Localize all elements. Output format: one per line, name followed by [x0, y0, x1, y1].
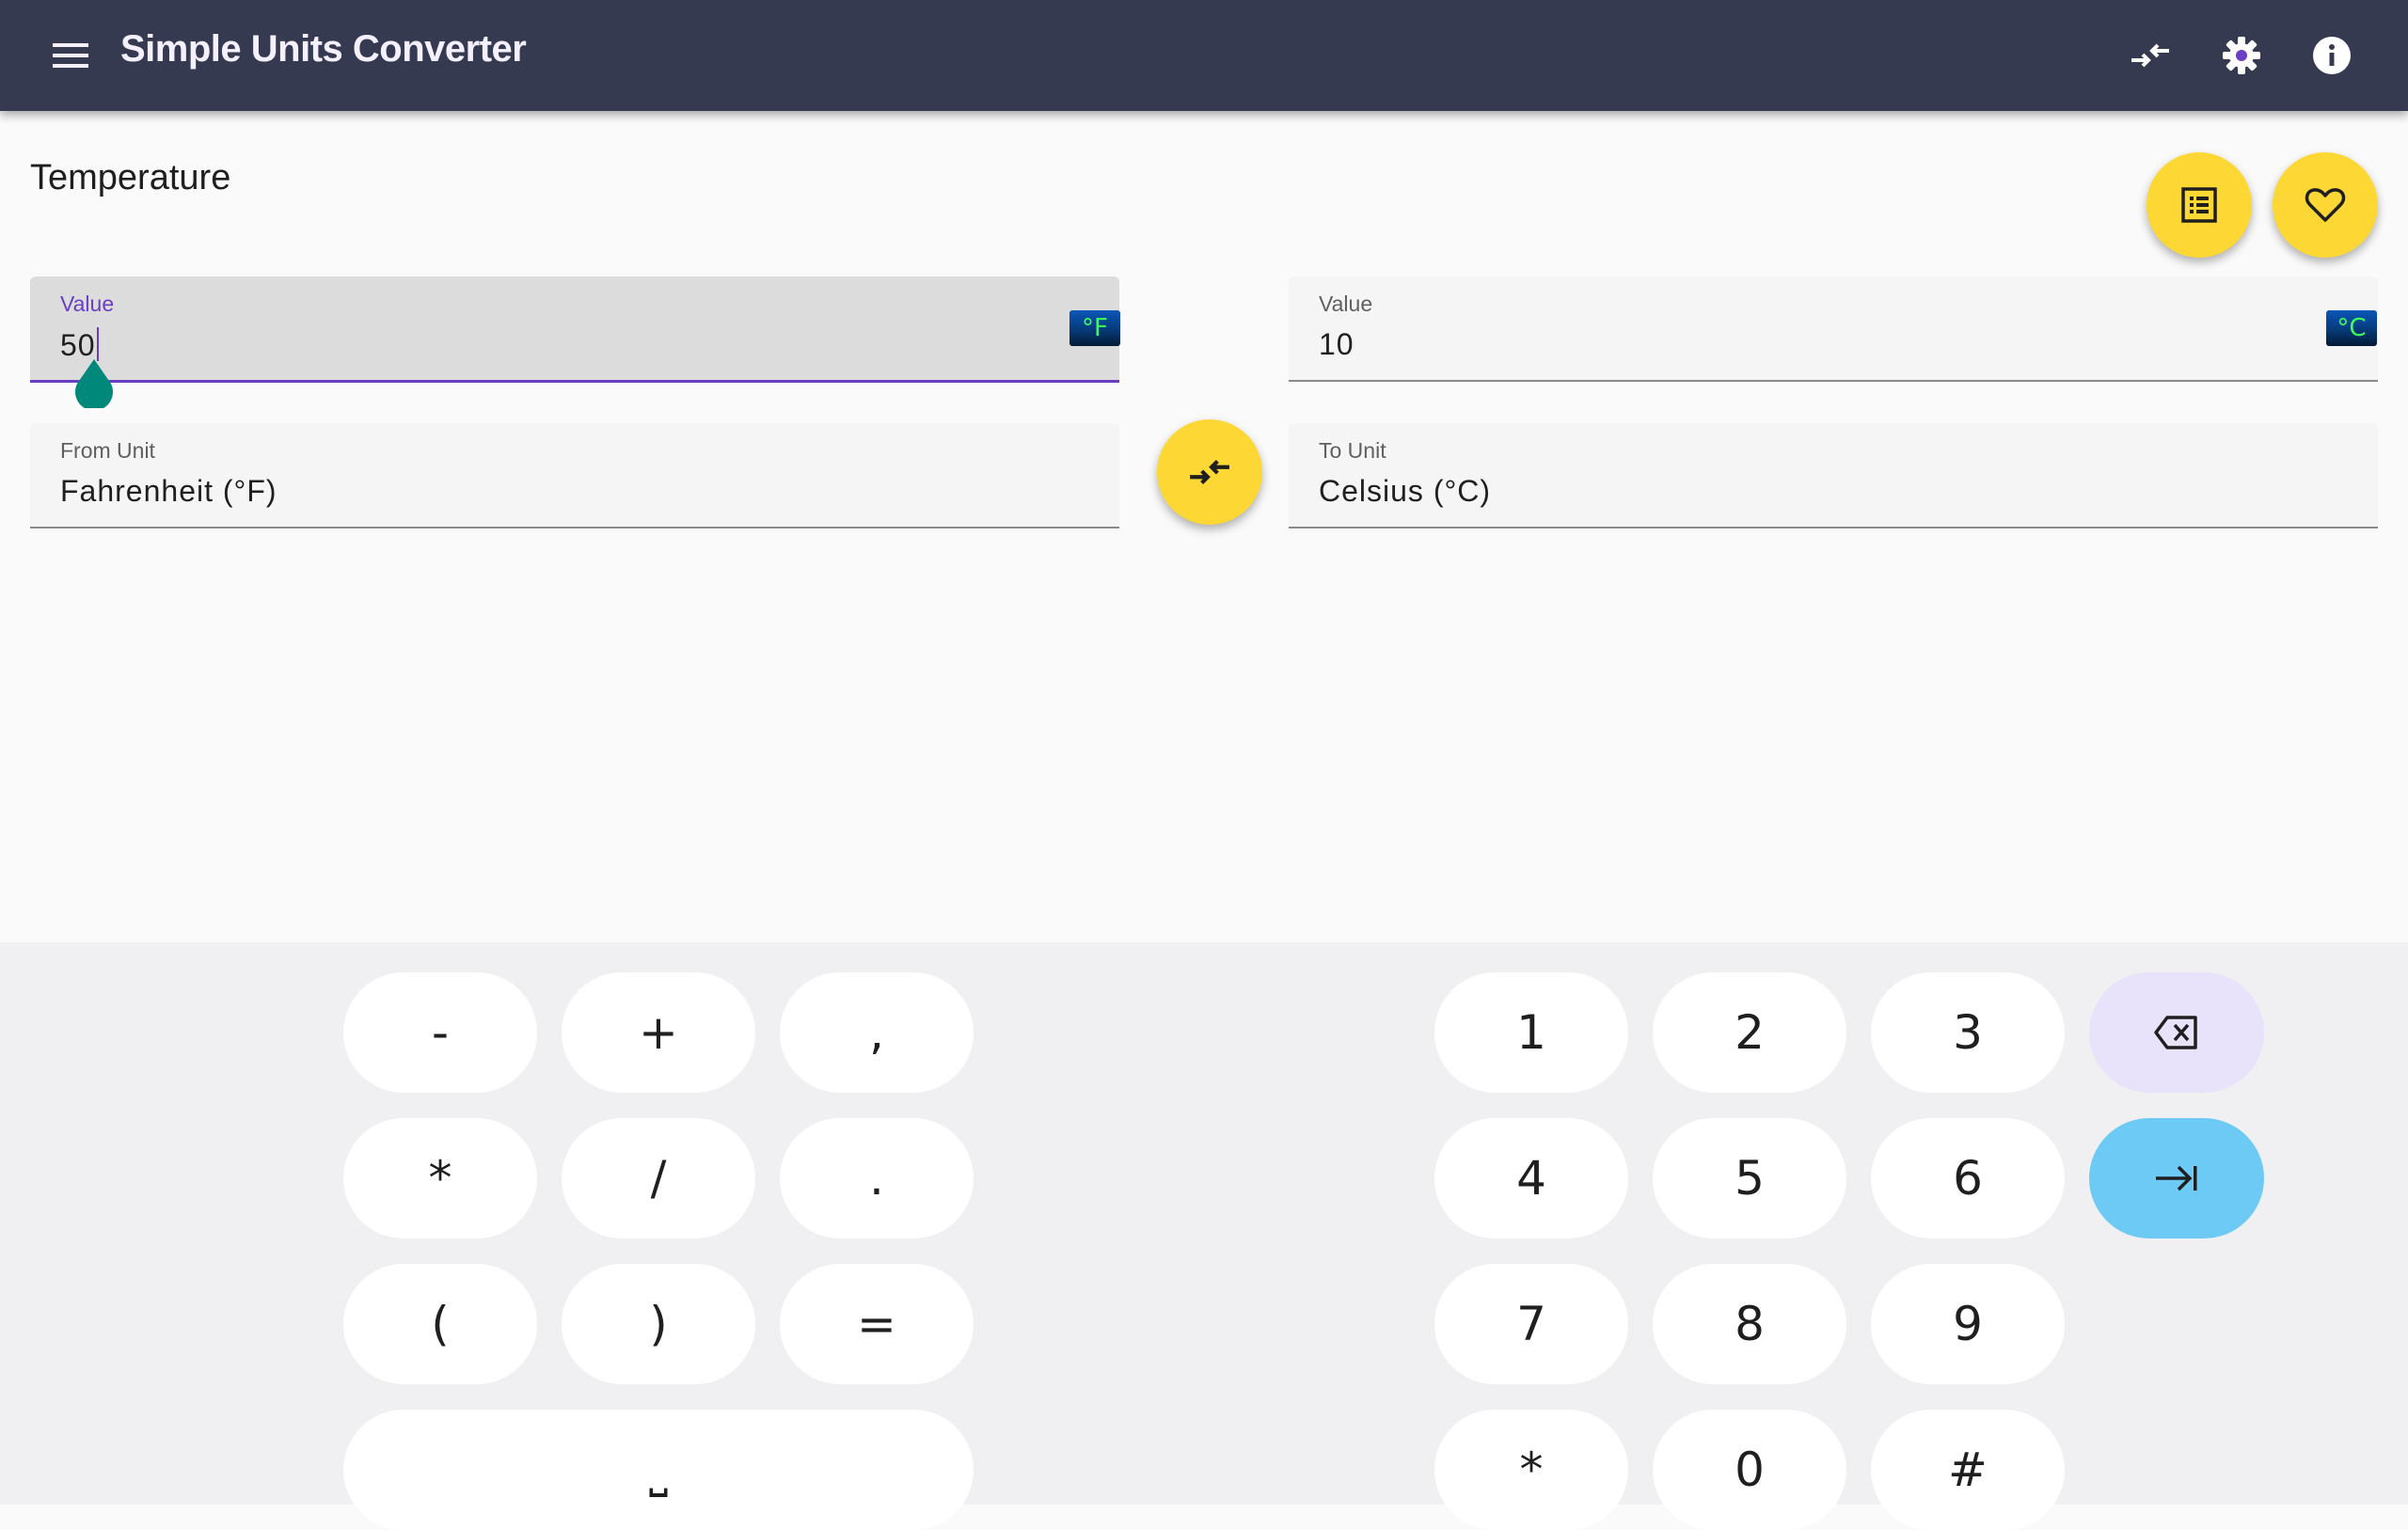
key-4[interactable]: 4 — [1434, 1118, 1628, 1238]
page-title: Temperature — [30, 158, 231, 197]
key-star[interactable]: * — [1434, 1410, 1628, 1530]
key-7[interactable]: 7 — [1434, 1264, 1628, 1384]
key-1[interactable]: 1 — [1434, 972, 1628, 1093]
key-minus[interactable]: - — [343, 972, 537, 1093]
numeric-keyboard: - + , * / . ( ) = ⎵ 1 2 3 4 5 6 7 8 9 * … — [0, 942, 2408, 1530]
swap-icon — [1190, 460, 1229, 484]
swap-button[interactable] — [1157, 419, 1262, 525]
key-next[interactable] — [2089, 1118, 2264, 1238]
from-unit-select[interactable]: From Unit Fahrenheit (°F) — [30, 423, 1119, 528]
key-equals[interactable]: = — [780, 1264, 974, 1384]
to-unit-select[interactable]: To Unit Celsius (°C) — [1289, 423, 2378, 528]
to-unit-label: To Unit — [1319, 438, 1386, 463]
settings-button[interactable] — [2215, 29, 2268, 82]
to-unit-badge: °C — [2326, 310, 2377, 346]
from-value-label: Value — [60, 292, 115, 316]
key-5[interactable]: 5 — [1653, 1118, 1846, 1238]
to-value-input[interactable]: Value 10 °C — [1289, 276, 2378, 382]
swap-units-button[interactable] — [2124, 29, 2177, 82]
from-unit-badge: °F — [1069, 310, 1120, 346]
key-period[interactable]: . — [780, 1118, 974, 1238]
key-0[interactable]: 0 — [1653, 1410, 1846, 1530]
app-bar: Simple Units Converter — [0, 0, 2408, 111]
from-unit-value: Fahrenheit (°F) — [60, 474, 277, 508]
key-8[interactable]: 8 — [1653, 1264, 1846, 1384]
key-backspace[interactable] — [2089, 972, 2264, 1093]
to-unit-value: Celsius (°C) — [1319, 474, 1492, 508]
info-icon — [2313, 37, 2351, 74]
key-multiply[interactable]: * — [343, 1118, 537, 1238]
backspace-icon — [2154, 1016, 2197, 1049]
key-close-paren[interactable]: ) — [562, 1264, 755, 1384]
key-3[interactable]: 3 — [1871, 972, 2065, 1093]
from-value-text: 50 — [60, 327, 99, 363]
from-value-input[interactable]: Value 50 °F — [30, 276, 1120, 383]
gear-icon — [2223, 37, 2260, 74]
key-plus[interactable]: + — [562, 972, 755, 1093]
key-9[interactable]: 9 — [1871, 1264, 2065, 1384]
heart-icon — [2305, 188, 2346, 222]
text-selection-handle[interactable] — [73, 359, 115, 408]
key-hash[interactable]: # — [1871, 1410, 2065, 1530]
conversion-list-button[interactable] — [2147, 152, 2252, 258]
key-comma[interactable]: , — [780, 972, 974, 1093]
key-6[interactable]: 6 — [1871, 1118, 2065, 1238]
key-space[interactable]: ⎵ — [343, 1410, 974, 1530]
favorite-button[interactable] — [2273, 152, 2378, 258]
list-icon — [2181, 187, 2217, 223]
to-value-label: Value — [1319, 292, 1373, 316]
app-title: Simple Units Converter — [120, 28, 527, 70]
to-value-text: 10 — [1319, 327, 1354, 361]
text-caret — [96, 327, 99, 361]
from-unit-label: From Unit — [60, 438, 155, 463]
swap-icon — [2131, 43, 2169, 68]
menu-button[interactable] — [51, 34, 100, 77]
tab-arrow-icon — [2156, 1165, 2197, 1191]
info-button[interactable] — [2305, 29, 2358, 82]
key-open-paren[interactable]: ( — [343, 1264, 537, 1384]
menu-icon — [53, 43, 88, 68]
key-divide[interactable]: / — [562, 1118, 755, 1238]
key-2[interactable]: 2 — [1653, 972, 1846, 1093]
